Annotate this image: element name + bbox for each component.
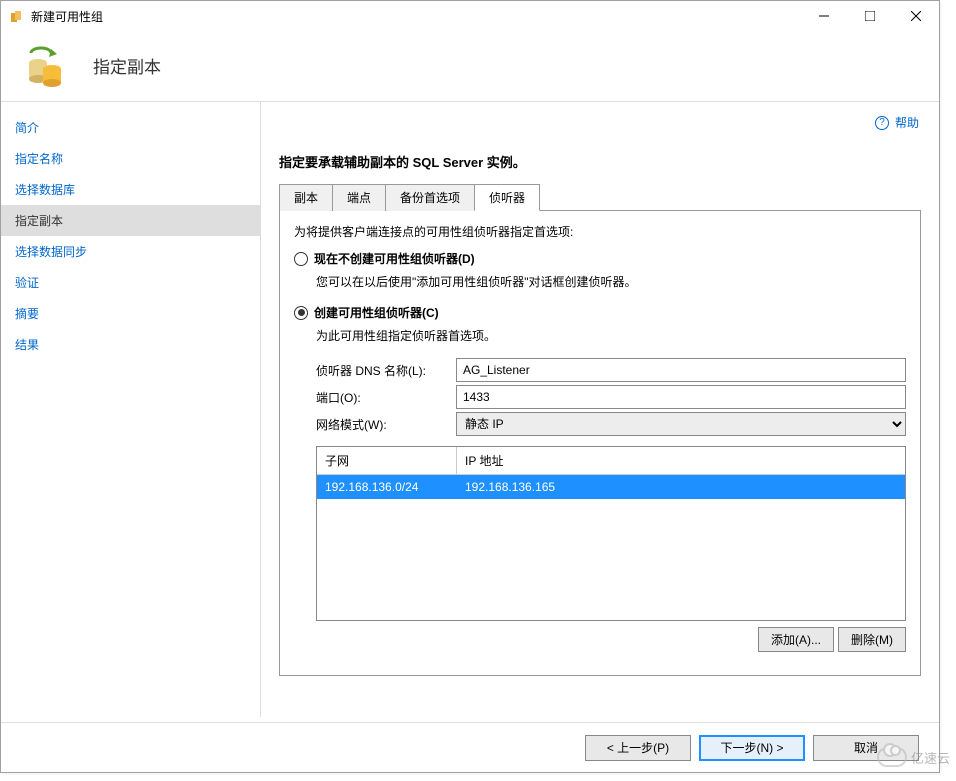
sidebar-item-sync[interactable]: 选择数据同步 bbox=[1, 236, 260, 267]
listener-instruction: 为将提供客户端连接点的可用性组侦听器指定首选项: bbox=[294, 223, 906, 240]
help-link[interactable]: ? 帮助 bbox=[875, 114, 919, 131]
main-heading: 指定要承载辅助副本的 SQL Server 实例。 bbox=[279, 152, 921, 171]
add-ip-button[interactable]: 添加(A)... bbox=[758, 627, 834, 652]
titlebar: 新建可用性组 bbox=[1, 1, 939, 31]
wizard-steps-sidebar: 简介 指定名称 选择数据库 指定副本 选择数据同步 验证 摘要 结果 bbox=[1, 102, 261, 717]
table-row[interactable]: 192.168.136.0/24 192.168.136.165 bbox=[317, 475, 905, 499]
cell-subnet: 192.168.136.0/24 bbox=[317, 475, 457, 499]
close-button[interactable] bbox=[893, 1, 939, 31]
radio-no-listener[interactable] bbox=[294, 252, 308, 266]
dns-label: 侦听器 DNS 名称(L): bbox=[316, 362, 456, 379]
sidebar-item-replicas[interactable]: 指定副本 bbox=[1, 205, 260, 236]
wizard-window: 新建可用性组 指定副本 简介 指定名称 选择数据库 bbox=[0, 0, 940, 773]
sidebar-item-select-db[interactable]: 选择数据库 bbox=[1, 174, 260, 205]
netmode-label: 网络模式(W): bbox=[316, 416, 456, 433]
col-subnet: 子网 bbox=[317, 447, 457, 474]
network-mode-select[interactable]: 静态 IP bbox=[456, 412, 906, 436]
tab-endpoints[interactable]: 端点 bbox=[332, 184, 386, 211]
sidebar-item-intro[interactable]: 简介 bbox=[1, 112, 260, 143]
port-input[interactable] bbox=[456, 385, 906, 409]
next-button[interactable]: 下一步(N) > bbox=[699, 735, 805, 761]
radio-no-listener-label: 现在不创建可用性组侦听器(D) bbox=[314, 250, 475, 267]
header-section: 指定副本 bbox=[1, 31, 939, 102]
page-title: 指定副本 bbox=[93, 53, 161, 78]
tab-bar: 副本 端点 备份首选项 侦听器 bbox=[279, 183, 921, 211]
help-link-label: 帮助 bbox=[895, 114, 919, 131]
radio-create-listener-label: 创建可用性组侦听器(C) bbox=[314, 304, 439, 321]
help-icon: ? bbox=[875, 116, 889, 130]
radio-create-listener-desc: 为此可用性组指定侦听器首选项。 bbox=[316, 327, 906, 344]
watermark: 亿速云 bbox=[877, 747, 950, 767]
tab-replicas[interactable]: 副本 bbox=[279, 184, 333, 211]
tab-listener[interactable]: 侦听器 bbox=[474, 184, 540, 211]
app-icon bbox=[9, 8, 25, 24]
radio-no-listener-desc: 您可以在以后使用"添加可用性组侦听器"对话框创建侦听器。 bbox=[316, 273, 906, 290]
dns-name-input[interactable] bbox=[456, 358, 906, 382]
sidebar-item-validate[interactable]: 验证 bbox=[1, 267, 260, 298]
sidebar-item-name[interactable]: 指定名称 bbox=[1, 143, 260, 174]
prev-button[interactable]: < 上一步(P) bbox=[585, 735, 691, 761]
port-label: 端口(O): bbox=[316, 389, 456, 406]
remove-ip-button[interactable]: 删除(M) bbox=[838, 627, 906, 652]
sidebar-item-result[interactable]: 结果 bbox=[1, 329, 260, 360]
sidebar-item-summary[interactable]: 摘要 bbox=[1, 298, 260, 329]
col-ip: IP 地址 bbox=[457, 447, 905, 474]
database-restore-icon bbox=[23, 43, 67, 87]
window-title: 新建可用性组 bbox=[31, 8, 801, 25]
maximize-button[interactable] bbox=[847, 1, 893, 31]
cloud-icon bbox=[877, 747, 907, 767]
wizard-footer: < 上一步(P) 下一步(N) > 取消 bbox=[1, 722, 939, 772]
cell-ip: 192.168.136.165 bbox=[457, 475, 905, 499]
radio-create-listener[interactable] bbox=[294, 306, 308, 320]
main-content: ? 帮助 指定要承载辅助副本的 SQL Server 实例。 副本 端点 备份首… bbox=[261, 102, 939, 717]
tab-body-listener: 为将提供客户端连接点的可用性组侦听器指定首选项: 现在不创建可用性组侦听器(D)… bbox=[279, 211, 921, 676]
minimize-button[interactable] bbox=[801, 1, 847, 31]
ip-address-table: 子网 IP 地址 192.168.136.0/24 192.168.136.16… bbox=[316, 446, 906, 621]
tab-backup-prefs[interactable]: 备份首选项 bbox=[385, 184, 475, 211]
